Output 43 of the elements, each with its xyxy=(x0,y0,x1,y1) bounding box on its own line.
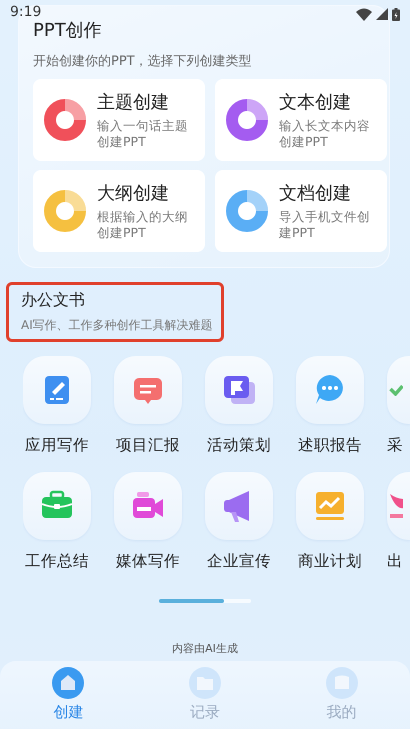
option-description: 导入手机文件创建PPT xyxy=(279,209,371,241)
checkmark-icon xyxy=(389,384,403,396)
tool-button[interactable] xyxy=(23,356,91,424)
wifi-icon xyxy=(356,8,372,20)
tool-label[interactable]: 述职报告 xyxy=(298,435,362,456)
option-title: 文本创建 xyxy=(279,91,351,114)
tool-button[interactable] xyxy=(114,356,182,424)
section-title: 办公文书 xyxy=(21,290,85,311)
tool-label[interactable]: 媒体写作 xyxy=(116,551,180,572)
tool-label[interactable]: 应用写作 xyxy=(25,435,89,456)
option-description: 输入长文本内容创建PPT xyxy=(279,118,371,150)
tool-button[interactable] xyxy=(387,356,410,424)
card-title: PPT创作 xyxy=(33,20,102,42)
option-description: 根据输入的大纲创建PPT xyxy=(97,209,189,241)
tool-label[interactable]: 商业计划 xyxy=(298,551,362,572)
tool-label[interactable]: 项目汇报 xyxy=(116,435,180,456)
tool-button[interactable] xyxy=(296,356,364,424)
home-icon xyxy=(52,667,84,699)
card-subtitle: 开始创建你的PPT，选择下列创建类型 xyxy=(33,53,252,70)
folder-icon xyxy=(188,667,221,699)
section-subtitle: AI写作、工作多种创作工具解决难题 xyxy=(21,317,213,334)
signal-icon xyxy=(376,8,388,20)
tool-label[interactable]: 采 xyxy=(387,435,403,456)
tool-label[interactable]: 企业宣传 xyxy=(207,551,271,572)
status-time: 9:19 xyxy=(10,4,42,20)
option-description: 输入一句话主题创建PPT xyxy=(97,118,189,150)
tool-button[interactable] xyxy=(23,472,91,540)
tool-label[interactable]: 工作总结 xyxy=(25,551,89,572)
option-tile[interactable]: 大纲创建 根据输入的大纲创建PPT xyxy=(33,170,205,252)
ai-notice: 内容由AI生成 xyxy=(172,642,238,655)
tool-button[interactable] xyxy=(114,472,182,540)
tool-button[interactable] xyxy=(205,472,273,540)
tool-button[interactable] xyxy=(205,356,273,424)
tool-label[interactable]: 活动策划 xyxy=(207,435,271,456)
option-title: 文档创建 xyxy=(279,182,351,205)
tool-label[interactable]: 出 xyxy=(387,551,403,572)
option-tile[interactable]: 文档创建 导入手机文件创建PPT xyxy=(215,170,387,252)
option-title: 主题创建 xyxy=(97,91,169,114)
battery-icon xyxy=(392,8,400,20)
option-tile[interactable]: 文本创建 输入长文本内容创建PPT xyxy=(215,79,387,161)
option-tile[interactable]: 主题创建 输入一句话主题创建PPT xyxy=(33,79,205,161)
option-title: 大纲创建 xyxy=(97,182,169,205)
tool-button[interactable] xyxy=(387,472,410,540)
